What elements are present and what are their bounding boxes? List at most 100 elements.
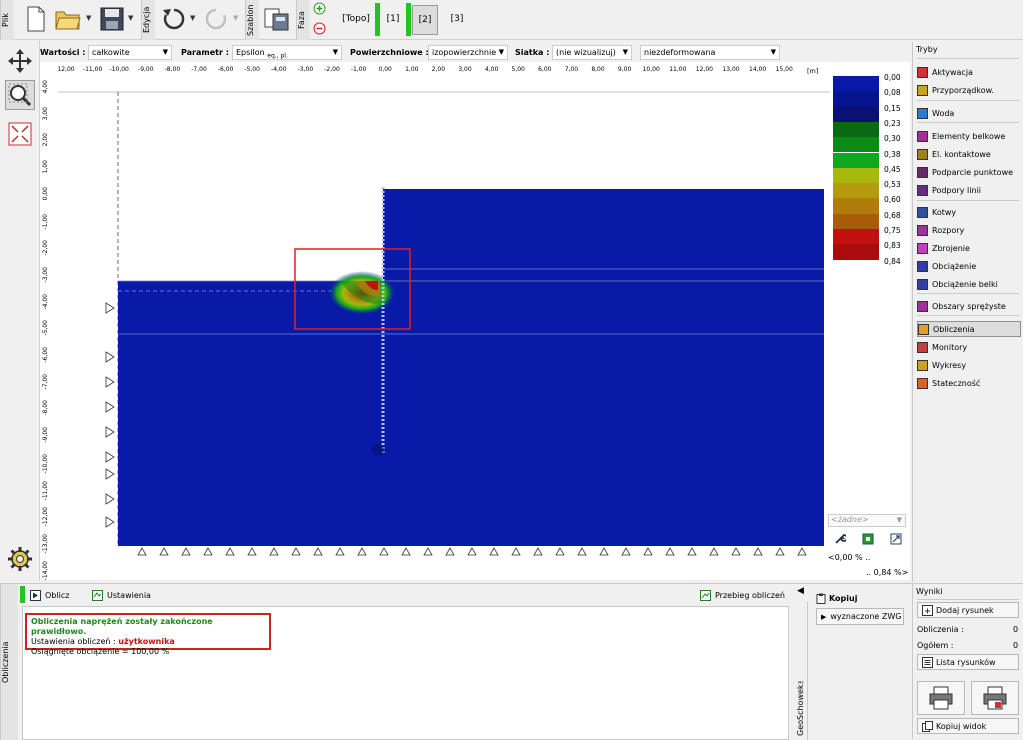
settings-tab-button[interactable]: Ustawienia (92, 587, 151, 603)
phase-tab-3[interactable]: [3] (446, 8, 468, 30)
mode-monitor[interactable]: Monitory (917, 339, 1021, 355)
mode-label: Obciążenie (932, 261, 977, 271)
wrench-icon (835, 534, 848, 544)
mode-anchor[interactable]: Kotwy (917, 204, 1021, 220)
legend-tools-button[interactable] (834, 533, 848, 548)
print-pdf-button[interactable] (971, 681, 1019, 715)
copy-zwg-button[interactable]: ▶ wyznaczone ZWG (816, 608, 904, 625)
chevron-down-icon: ▼ (162, 48, 168, 56)
line-support-icon (917, 184, 928, 196)
redo-button[interactable] (202, 4, 230, 34)
mode-load[interactable]: Obciążenie (917, 258, 1021, 274)
add-phase-button[interactable] (313, 2, 326, 15)
legend-selector[interactable]: <żadne> ▼ (828, 514, 906, 527)
mode-activation[interactable]: Aktywacja (917, 64, 1021, 80)
mode-stability[interactable]: Stateczność (917, 375, 1021, 391)
template-button[interactable] (263, 4, 291, 34)
remove-phase-button[interactable] (313, 22, 326, 35)
param-select[interactable]: Epsilon eq., pl. ▼ (232, 45, 342, 60)
add-drawing-icon (922, 604, 933, 616)
mode-reinforcement[interactable]: Zbrojenie (917, 240, 1021, 256)
mode-label: Wykresy (932, 360, 967, 370)
redo-icon (205, 8, 227, 30)
undo-button[interactable] (160, 4, 188, 34)
open-dropdown-caret[interactable]: ▼ (86, 14, 91, 22)
bottom-panel: Obliczenia Oblicz Ustawienia Przebieg ob… (0, 583, 1023, 740)
save-dropdown-caret[interactable]: ▼ (128, 14, 133, 22)
phase-tab-1[interactable]: [1] (382, 8, 404, 30)
redo-dropdown-caret[interactable]: ▼ (233, 14, 238, 22)
settings-button[interactable] (6, 545, 34, 573)
support-triangle (511, 547, 521, 556)
mode-label: Zbrojenie (932, 243, 970, 253)
bottom-supports (137, 547, 807, 556)
remove-icon (313, 22, 326, 35)
mode-beam-load[interactable]: Obciążenie belki (917, 276, 1021, 292)
mode-assign[interactable]: Przyporządkow. (917, 82, 1021, 98)
copy-view-button[interactable]: Kopiuj widok (917, 718, 1019, 734)
support-triangle (357, 547, 367, 556)
progress-button[interactable]: Przebieg obliczeń (700, 587, 785, 603)
support-triangle (599, 547, 609, 556)
add-drawing-button[interactable]: Dodaj rysunek (917, 602, 1019, 618)
fit-view-button[interactable] (7, 121, 33, 147)
mode-elastic[interactable]: Obszary sprężyste (917, 298, 1021, 314)
mesh-select[interactable]: (nie wizualizuj) ▼ (552, 45, 632, 60)
printer-pdf-icon (983, 686, 1007, 710)
undo-dropdown-caret[interactable]: ▼ (190, 14, 195, 22)
new-file-button[interactable] (22, 4, 50, 34)
calc-message-box: Obliczenia naprężeń zostały zakończone p… (25, 613, 271, 656)
support-triangle (533, 547, 543, 556)
mode-contact[interactable]: El. kontaktowe (917, 146, 1021, 162)
stability-icon (917, 377, 928, 389)
legend-swatch (833, 121, 879, 138)
mode-chart[interactable]: Wykresy (917, 357, 1021, 373)
gear-icon (8, 547, 32, 571)
legend-swatch (833, 244, 879, 260)
zoom-magnifier-icon (8, 83, 32, 107)
mode-calculation[interactable]: Obliczenia (917, 321, 1021, 337)
clipboard-icon (816, 593, 826, 604)
mode-water[interactable]: Woda (917, 105, 1021, 121)
legend-value: 0,68 (884, 210, 901, 220)
save-button[interactable] (98, 4, 126, 34)
compute-button[interactable]: Oblicz (30, 587, 69, 603)
results-title: Wyniki (916, 587, 943, 596)
point-support-icon (917, 166, 928, 178)
values-select[interactable]: całkowite ▼ (88, 45, 172, 60)
zoom-button[interactable] (5, 80, 35, 110)
surface-select[interactable]: izopowierzchnie ▼ (428, 45, 508, 60)
mode-label: Podparcie punktowe (932, 167, 1014, 177)
deformation-select[interactable]: niezdeformowana ▼ (640, 45, 780, 60)
collapse-arrow[interactable]: ◀ (797, 586, 807, 596)
legend-value: 0,83 (884, 241, 901, 251)
calc-side-label: Obliczenia (0, 584, 18, 740)
results-filter-bar: Wartości : całkowite ▼ Parametr : Epsilon… (40, 42, 910, 62)
phase-tab-2[interactable]: [2] (412, 5, 438, 35)
legend-color-button[interactable] (862, 533, 874, 548)
legend-export-button[interactable] (890, 533, 902, 548)
legend-swatch (833, 106, 879, 122)
pan-button[interactable] (7, 48, 33, 74)
print-button[interactable] (917, 681, 965, 715)
calc-settings-line: Ustawienia obliczeń : użytkownika (31, 637, 175, 646)
support-triangle (665, 547, 675, 556)
support-triangle (423, 547, 433, 556)
copy-icon (922, 720, 933, 732)
legend-value: 0,00 (884, 73, 901, 82)
support-triangle (291, 547, 301, 556)
open-file-button[interactable] (54, 4, 82, 34)
support-triangle (753, 547, 763, 556)
results-panel: Wyniki Dodaj rysunek Obliczenia : 0 Ogół… (912, 583, 1023, 739)
phase-tab-topo[interactable]: [Topo] (340, 8, 372, 30)
mode-point-support[interactable]: Podparcie punktowe (917, 164, 1021, 180)
calc-success-message: Obliczenia naprężeń zostały zakończone p… (31, 617, 213, 636)
support-triangle (797, 547, 807, 556)
legend-value: 0,60 (884, 195, 901, 205)
mode-line-support[interactable]: Podpory linii (917, 182, 1021, 198)
mode-beam[interactable]: Elementy belkowe (917, 128, 1021, 144)
phase-group-label: Faza (296, 0, 310, 40)
support-triangle (159, 547, 169, 556)
list-drawings-button[interactable]: Lista rysunków (917, 654, 1019, 670)
mode-strut[interactable]: Rozpory (917, 222, 1021, 238)
